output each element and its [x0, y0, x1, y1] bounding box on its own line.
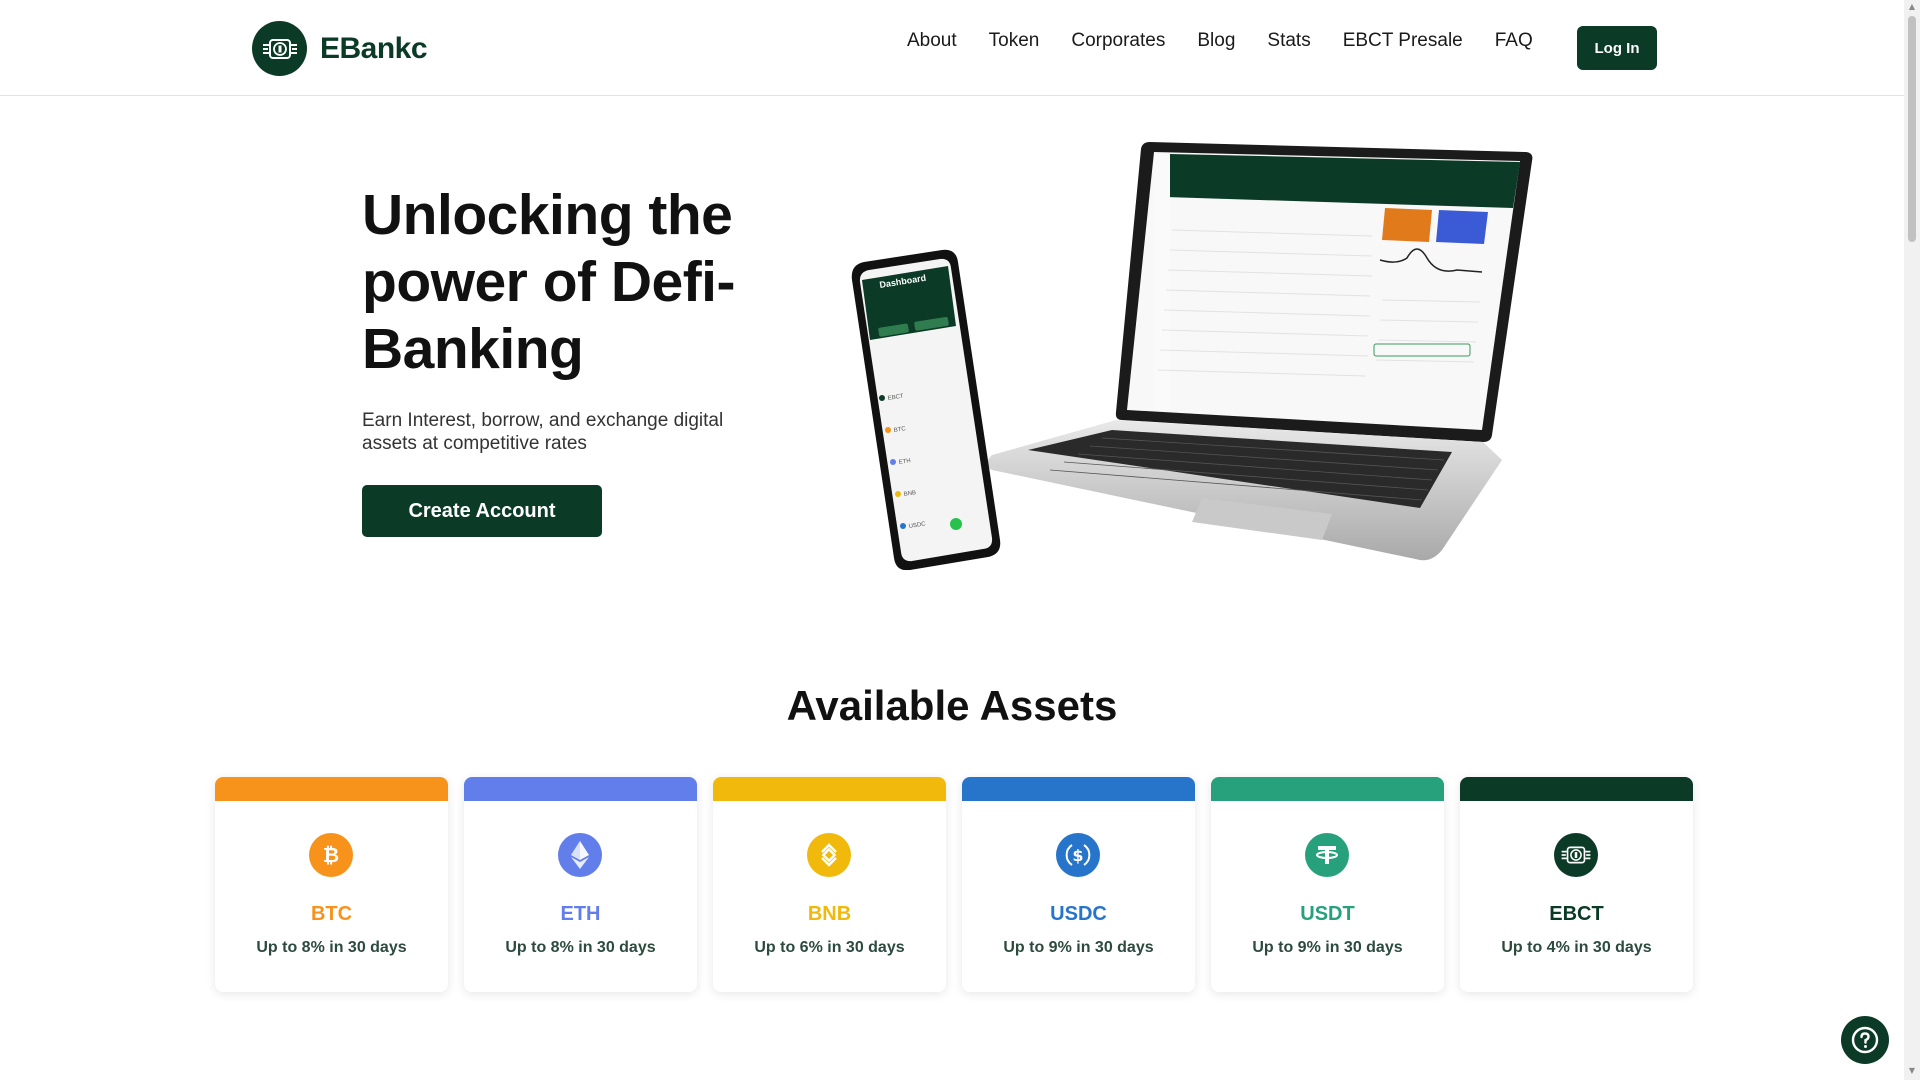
phone-illustration: Dashboard EBCT BTC ETH BNB USDC: [851, 249, 1001, 571]
svg-text:$: $: [1072, 846, 1083, 865]
bnb-icon: [807, 833, 851, 877]
scroll-thumb[interactable]: [1908, 16, 1916, 242]
page-scrollbar[interactable]: ▲ ▼: [1904, 0, 1920, 1080]
help-icon: [1851, 1026, 1879, 1054]
create-account-button[interactable]: Create Account: [362, 485, 602, 537]
card-accent-bar: [962, 777, 1195, 801]
asset-rate: Up to 6% in 30 days: [754, 939, 905, 956]
asset-cards: ₿ BTC Up to 8% in 30 days ETH Up to 8% i…: [215, 777, 1693, 992]
nav-faq[interactable]: FAQ: [1495, 30, 1533, 52]
brand-name: EBankc: [320, 31, 428, 65]
asset-name: BNB: [807, 903, 852, 925]
help-button[interactable]: [1841, 1016, 1889, 1064]
asset-card-eth[interactable]: ETH Up to 8% in 30 days: [464, 777, 697, 992]
asset-card-bnb[interactable]: BNB Up to 6% in 30 days: [713, 777, 946, 992]
usdc-icon: $: [1056, 833, 1100, 877]
nav-ebct-presale[interactable]: EBCT Presale: [1343, 30, 1463, 52]
card-accent-bar: [713, 777, 946, 801]
asset-rate: Up to 9% in 30 days: [1252, 939, 1403, 956]
card-accent-bar: [215, 777, 448, 801]
asset-card-usdc[interactable]: $ USDC Up to 9% in 30 days: [962, 777, 1195, 992]
asset-rate: Up to 8% in 30 days: [505, 939, 656, 956]
logo-link[interactable]: EBankc: [252, 21, 428, 76]
login-button[interactable]: Log In: [1577, 26, 1657, 70]
scroll-up-arrow-icon[interactable]: ▲: [1907, 2, 1917, 12]
asset-name: USDT: [1300, 903, 1355, 925]
site-header: EBankc About Token Corporates Blog Stats…: [0, 0, 1904, 96]
asset-name: USDC: [1050, 903, 1107, 925]
ebankc-logo-icon: [252, 21, 307, 76]
svg-text:₿: ₿: [323, 843, 339, 867]
hero-devices-image: Dashboard EBCT BTC ETH BNB USDC: [832, 130, 1552, 571]
asset-rate: Up to 9% in 30 days: [1003, 939, 1154, 956]
tether-icon: [1305, 833, 1349, 877]
card-accent-bar: [1460, 777, 1693, 801]
asset-card-ebct[interactable]: EBCT Up to 4% in 30 days: [1460, 777, 1693, 992]
asset-card-usdt[interactable]: USDT Up to 9% in 30 days: [1211, 777, 1444, 992]
card-accent-bar: [464, 777, 697, 801]
card-accent-bar: [1211, 777, 1444, 801]
nav-corporates[interactable]: Corporates: [1071, 30, 1165, 52]
nav-about[interactable]: About: [907, 30, 957, 52]
laptop-illustration: [987, 142, 1533, 561]
nav-blog[interactable]: Blog: [1197, 30, 1235, 52]
main-nav: About Token Corporates Blog Stats EBCT P…: [907, 30, 1533, 52]
bitcoin-icon: ₿: [309, 833, 353, 877]
hero-title: Unlocking the power of Defi-Banking: [362, 183, 736, 381]
hero-subtitle: Earn Interest, borrow, and exchange digi…: [362, 410, 724, 454]
asset-rate: Up to 8% in 30 days: [256, 939, 407, 956]
scroll-down-arrow-icon[interactable]: ▼: [1907, 1066, 1917, 1076]
asset-name: BTC: [310, 903, 353, 925]
asset-name: ETH: [560, 903, 601, 925]
nav-stats[interactable]: Stats: [1267, 30, 1310, 52]
nav-token[interactable]: Token: [989, 30, 1040, 52]
asset-card-btc[interactable]: ₿ BTC Up to 8% in 30 days: [215, 777, 448, 992]
asset-name: EBCT: [1549, 903, 1604, 925]
ethereum-icon: [558, 833, 602, 877]
ebct-icon: [1554, 833, 1598, 877]
asset-rate: Up to 4% in 30 days: [1501, 939, 1652, 956]
available-assets-title: Available Assets: [786, 682, 1118, 729]
